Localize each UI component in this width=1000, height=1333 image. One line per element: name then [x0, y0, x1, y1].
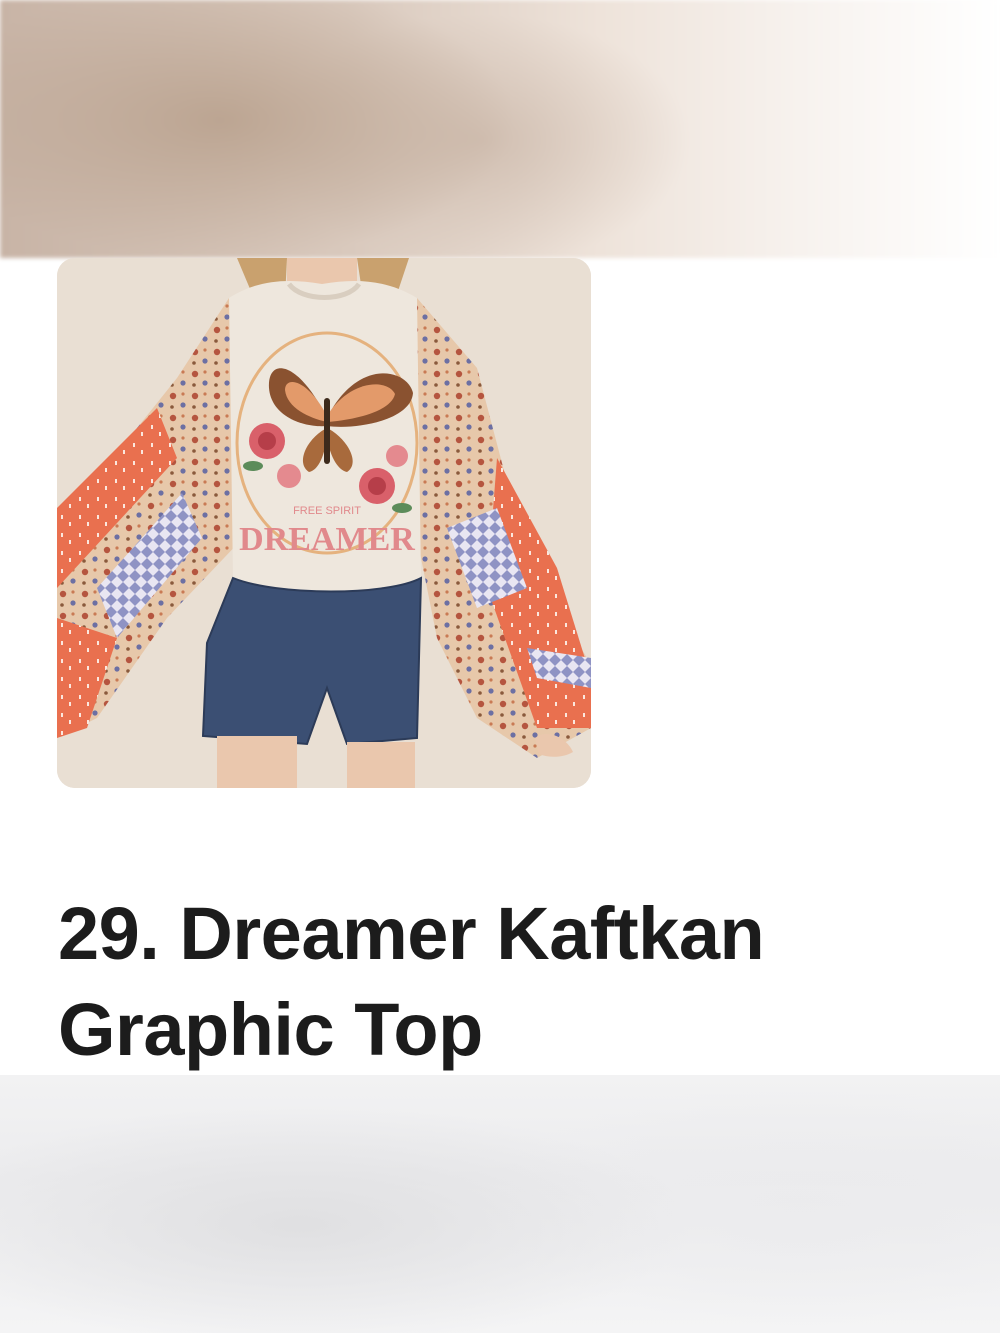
page: FREE SPIRIT DREAMER 29. Dreamer Kaftkan …: [0, 0, 1000, 1333]
product-title: 29. Dreamer Kaftkan Graphic Top: [58, 886, 938, 1078]
blurred-next-image: [0, 1075, 1000, 1333]
print-text-large: DREAMER: [239, 521, 415, 558]
product-image[interactable]: FREE SPIRIT DREAMER: [57, 258, 591, 788]
print-text-small: FREE SPIRIT: [293, 505, 361, 517]
product-title-line1: 29. Dreamer Kaftkan: [58, 892, 765, 975]
blurred-previous-image: [0, 0, 1000, 258]
product-photo-illustration: FREE SPIRIT DREAMER: [57, 258, 591, 788]
product-title-line2: Graphic Top: [58, 988, 483, 1071]
